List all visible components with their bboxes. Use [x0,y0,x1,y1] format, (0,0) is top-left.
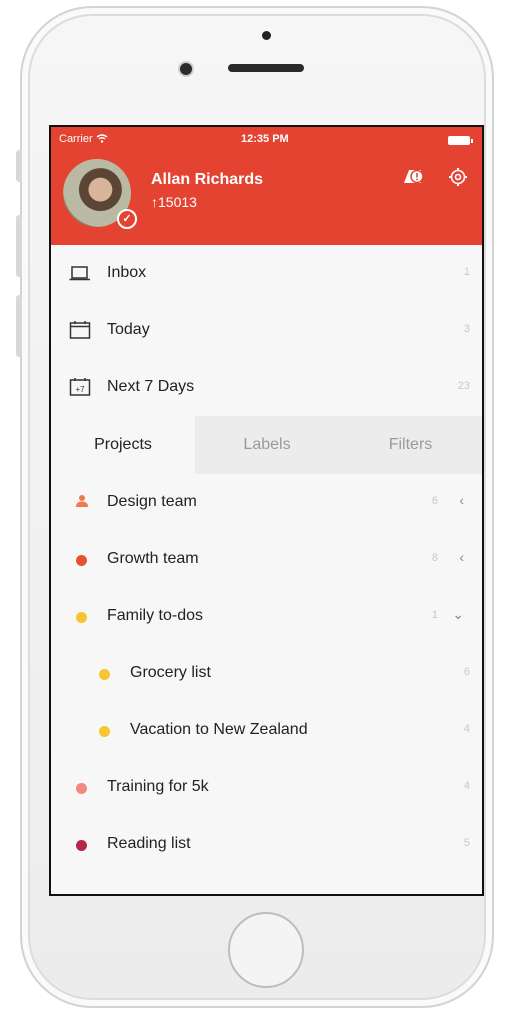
project-count: 4 [463,723,470,735]
tab-filters[interactable]: Filters [339,416,482,474]
project-item-vacation-new-zealand[interactable]: Vacation to New Zealand 4 [51,702,482,759]
settings-gear-icon[interactable] [447,167,469,189]
chevron-left-icon[interactable]: ‹ [459,549,464,565]
status-time: 12:35 PM [241,133,289,145]
project-color-dot [76,783,87,794]
front-camera [180,63,192,75]
project-color-dot [99,669,110,680]
nav-item-count: 23 [457,380,470,392]
nav-item-inbox[interactable]: Inbox 1 [51,245,482,302]
nav-item-count: 1 [463,266,470,278]
project-count: 8 [431,552,438,564]
nav-item-label: Next 7 Days [107,378,195,395]
profile-header: Carrier 12:35 PM ✓ Allan Richards ↑15013 [51,127,482,245]
home-button[interactable] [228,912,304,988]
volume-up-button [16,215,22,277]
chevron-left-icon[interactable]: ‹ [459,492,464,508]
shared-person-icon [75,494,89,513]
project-color-dot [76,840,87,851]
project-item-growth-team[interactable]: Growth team 8 ‹ [51,531,482,588]
project-color-dot [76,555,87,566]
nav-item-next-7-days[interactable]: +7 Next 7 Days 23 [51,359,482,416]
nav-item-label: Today [107,321,150,338]
project-count: 6 [431,495,438,507]
earpiece-speaker [228,64,304,72]
project-label: Design team [107,493,197,510]
chevron-down-icon[interactable]: ⌄ [452,606,464,623]
nav-item-today[interactable]: Today 3 [51,302,482,359]
project-label: Growth team [107,550,199,567]
project-item-training-5k[interactable]: Training for 5k 4 [51,759,482,816]
volume-down-button [16,295,22,357]
project-color-dot [76,612,87,623]
project-count: 5 [463,837,470,849]
project-item-reading-list[interactable]: Reading list 5 [51,816,482,873]
project-color-dot [99,726,110,737]
mute-switch [16,150,22,182]
project-label: Reading list [107,835,191,852]
notifications-icon[interactable] [401,167,424,189]
project-label: Training for 5k [107,778,209,795]
project-item-family-to-dos[interactable]: Family to-dos 1 ⌄ [51,588,482,645]
user-name: Allan Richards [151,171,264,188]
app-screen: Carrier 12:35 PM ✓ Allan Richards ↑15013 [49,125,484,896]
inbox-icon [69,263,91,283]
project-count: 4 [463,780,470,792]
project-label: Vacation to New Zealand [130,721,308,738]
calendar-icon [69,320,91,340]
carrier-text: Carrier [59,133,93,145]
project-tabs: Projects Labels Filters [51,416,482,474]
project-count: 1 [431,609,438,621]
tab-labels[interactable]: Labels [195,416,339,474]
tab-projects[interactable]: Projects [51,416,195,474]
plus7-icon-text: +7 [75,385,85,394]
project-label: Family to-dos [107,607,204,624]
premium-badge-icon: ✓ [117,209,137,229]
nav-item-count: 3 [463,323,470,335]
user-karma: ↑15013 [151,194,197,210]
calendar-plus7-icon: +7 [69,377,91,397]
project-count: 6 [463,666,470,678]
project-item-grocery-list[interactable]: Grocery list 6 [51,645,482,702]
carrier-label: Carrier [59,133,108,145]
status-bar: Carrier 12:35 PM [59,133,474,149]
wifi-icon [96,133,108,145]
nav-item-label: Inbox [107,264,147,281]
project-label: Grocery list [130,664,211,681]
battery-icon [448,136,473,145]
project-item-design-team[interactable]: Design team 6 ‹ [51,474,482,531]
proximity-sensor [262,31,271,40]
